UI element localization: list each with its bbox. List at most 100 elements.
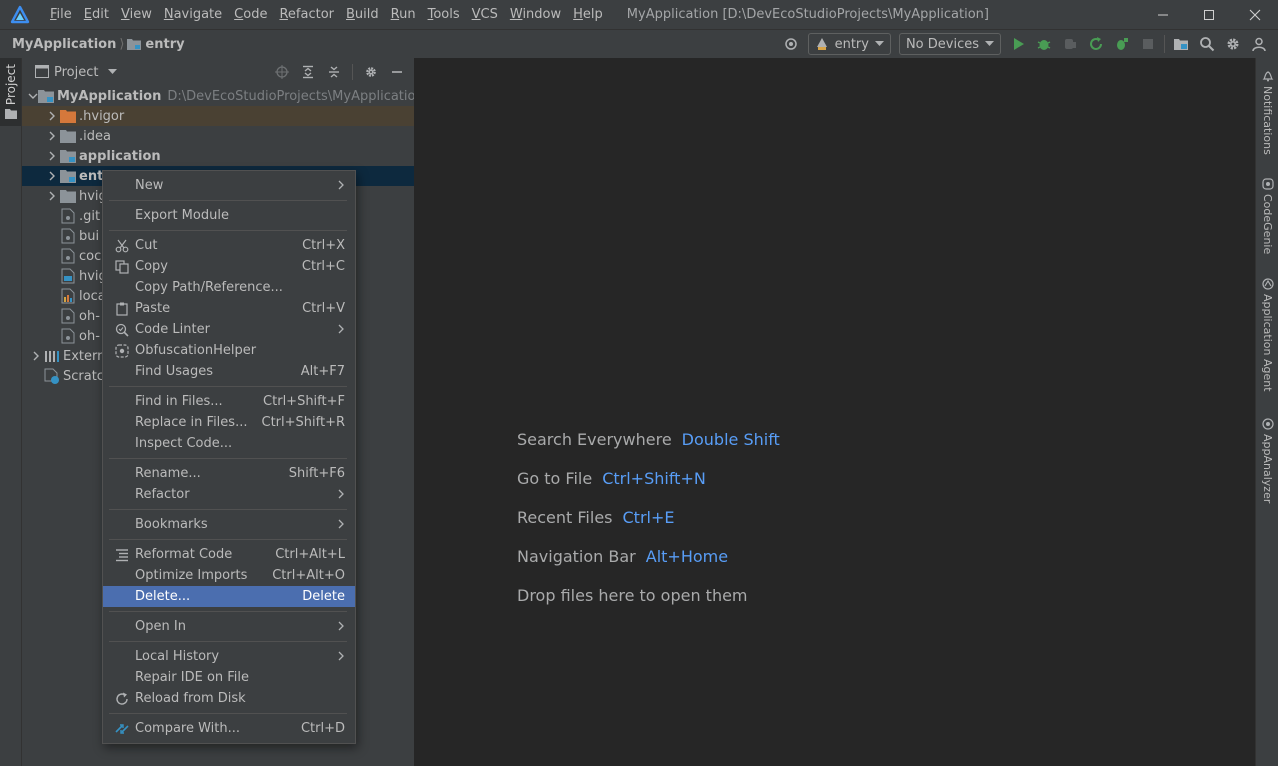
tree-row-application[interactable]: application [22,146,414,166]
breadcrumb-separator: ⟩ [119,36,125,52]
tree-row-root[interactable]: MyApplication D:\DevEcoStudioProjects\My… [22,86,414,106]
menu-item-label: Copy [135,259,168,274]
project-panel-tools [271,58,408,86]
menu-help[interactable]: Help [567,0,609,29]
chevron-right-icon[interactable] [44,128,60,144]
project-structure-button[interactable] [1168,31,1194,57]
menu-item-local-history[interactable]: Local History [103,646,355,667]
menu-item-bookmarks[interactable]: Bookmarks [103,514,355,535]
appanalyzer-tab[interactable]: AppAnalyzer [1256,418,1278,503]
apply-changes-button[interactable] [1083,31,1109,57]
chevron-right-icon[interactable] [44,108,60,124]
menu-file[interactable]: File [44,0,78,29]
editor-empty-area[interactable]: Search Everywhere Double Shift Go to Fil… [414,58,1255,766]
project-panel-title[interactable]: Project [54,65,98,80]
module-folder-icon [127,38,142,50]
tree-item-label: bui [79,228,100,244]
hide-panel-button[interactable] [386,61,408,83]
chevron-right-icon[interactable] [44,148,60,164]
menu-navigate[interactable]: Navigate [158,0,228,29]
breadcrumb-project[interactable]: MyApplication [12,37,116,52]
menu-view[interactable]: View [115,0,158,29]
menu-item-label: Local History [135,649,220,664]
notifications-tab[interactable]: Notifications [1256,70,1278,155]
menu-item-optimize-imports[interactable]: Optimize Imports Ctrl+Alt+O [103,565,355,586]
menu-item-reload-from-disk[interactable]: Reload from Disk [103,688,355,709]
tree-item-label: Extern [63,348,106,364]
menu-separator [103,382,355,391]
tree-row-idea[interactable]: .idea [22,126,414,146]
menu-vcs[interactable]: VCS [466,0,504,29]
folder-icon [60,188,76,204]
application-agent-tab[interactable]: Application Agent [1256,278,1278,392]
menu-tools[interactable]: Tools [422,0,466,29]
breadcrumb-module[interactable]: entry [145,37,184,52]
menu-item-code-linter[interactable]: Code Linter [103,319,355,340]
menu-item-reformat-code[interactable]: Reformat Code Ctrl+Alt+L [103,544,355,565]
menu-item-export-module[interactable]: Export Module [103,205,355,226]
profile-button[interactable] [1109,31,1135,57]
attach-debugger-button[interactable] [1057,31,1083,57]
menu-item-inspect-code[interactable]: Inspect Code... [103,433,355,454]
maximize-button[interactable] [1186,0,1232,29]
codegenie-tab[interactable]: CodeGenie [1256,178,1278,254]
menu-item-copy-path[interactable]: Copy Path/Reference... [103,277,355,298]
chevron-right-icon [338,180,345,190]
target-button[interactable] [778,31,804,57]
select-opened-file-button[interactable] [271,61,293,83]
panel-tools-separator [352,64,353,80]
chevron-down-icon[interactable] [28,88,38,104]
expand-all-button[interactable] [297,61,319,83]
menu-refactor[interactable]: Refactor [273,0,340,29]
hint-text: Go to File [517,469,593,488]
collapse-all-button[interactable] [323,61,345,83]
chevron-down-icon[interactable] [108,69,118,75]
run-config-select[interactable]: entry [807,33,891,55]
menu-run[interactable]: Run [385,0,422,29]
menu-item-new[interactable]: New [103,175,355,196]
run-button[interactable] [1005,31,1031,57]
panel-options-button[interactable] [360,61,382,83]
menu-item-refactor[interactable]: Refactor [103,484,355,505]
project-tool-window-tab[interactable]: Project [0,58,21,126]
tree-root-label: MyApplication [57,88,162,104]
menu-edit[interactable]: Edit [78,0,115,29]
chevron-right-icon[interactable] [44,188,60,204]
menu-item-copy[interactable]: Copy Ctrl+C [103,256,355,277]
menu-item-label: Export Module [135,208,229,223]
close-window-button[interactable] [1232,0,1278,29]
stop-button[interactable] [1135,31,1161,57]
device-select[interactable]: No Devices [898,33,1001,55]
chevron-right-icon[interactable] [28,348,44,364]
menu-build[interactable]: Build [340,0,385,29]
hint-go-to-file: Go to File Ctrl+Shift+N [517,459,780,498]
menu-item-find-usages[interactable]: Find Usages Alt+F7 [103,361,355,382]
tree-item-label: .hvigor [79,108,125,124]
menu-item-label: Find Usages [135,364,214,379]
menu-item-open-in[interactable]: Open In [103,616,355,637]
menu-item-obfuscation-helper[interactable]: ObfuscationHelper [103,340,355,361]
settings-button[interactable] [1220,31,1246,57]
menu-item-cut[interactable]: Cut Ctrl+X [103,235,355,256]
menu-window[interactable]: Window [504,0,567,29]
menu-item-delete[interactable]: Delete... Delete [103,586,355,607]
menu-code[interactable]: Code [228,0,273,29]
account-button[interactable] [1246,31,1272,57]
menu-item-paste[interactable]: Paste Ctrl+V [103,298,355,319]
debug-button[interactable] [1031,31,1057,57]
menu-item-shortcut: Shift+F6 [288,466,345,481]
reload-icon [114,691,130,707]
search-everywhere-button[interactable] [1194,31,1220,57]
minimize-button[interactable] [1140,0,1186,29]
toolbar-separator [1164,35,1165,53]
menu-item-rename[interactable]: Rename... Shift+F6 [103,463,355,484]
menu-item-compare-with[interactable]: Compare With... Ctrl+D [103,718,355,739]
menu-item-find-in-files[interactable]: Find in Files... Ctrl+Shift+F [103,391,355,412]
menu-item-repair-ide[interactable]: Repair IDE on File [103,667,355,688]
tree-item-label: application [79,148,161,164]
menu-item-label: Reload from Disk [135,691,246,706]
menu-item-replace-in-files[interactable]: Replace in Files... Ctrl+Shift+R [103,412,355,433]
locate-icon [275,65,289,79]
tree-row-hvigor[interactable]: .hvigor [22,106,414,126]
chevron-right-icon[interactable] [44,168,60,184]
